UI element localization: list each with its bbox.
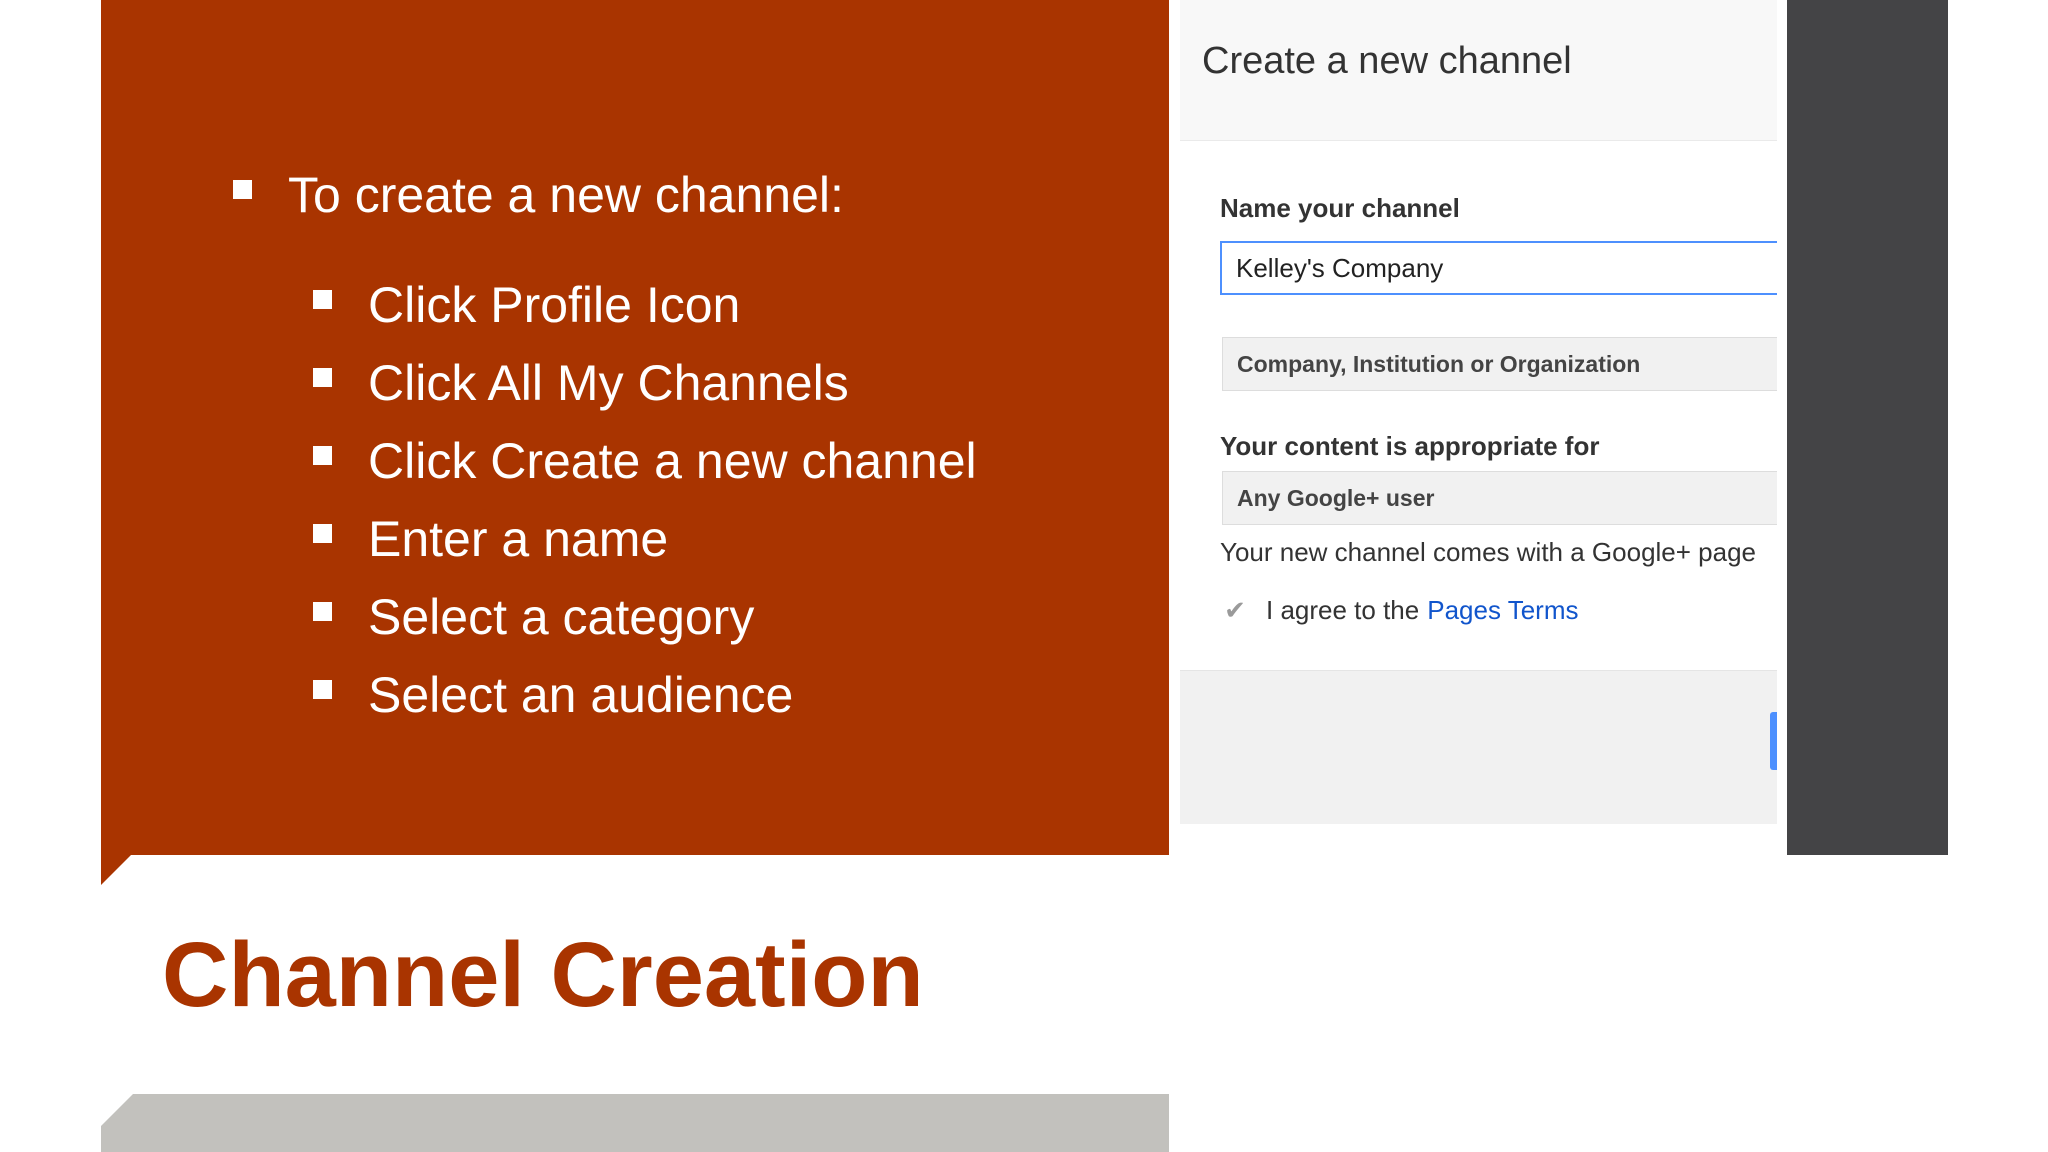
dark-side-panel [1787,0,1948,855]
agree-text: I agree to the [1266,595,1420,625]
bullet-step: Select a category [313,588,754,646]
dialog-header: Create a new channel [1180,0,1777,141]
slide-title: Channel Creation [162,924,924,1026]
bullet-square-icon [313,368,332,387]
bullet-main: To create a new channel: [233,166,844,224]
dialog-footer [1180,670,1777,824]
slide: To create a new channel: Click Profile I… [0,0,2048,1152]
bullet-step: Enter a name [313,510,668,568]
audience-label: Your content is appropriate for [1220,431,1600,461]
dialog-title: Create a new channel [1202,40,1572,82]
audience-select[interactable]: Any Google+ user [1222,471,1777,525]
footer-bar [101,1094,1169,1152]
bullet-step: Click Profile Icon [313,276,740,334]
google-plus-note: Your new channel comes with a Google+ pa… [1220,537,1757,567]
bullet-square-icon [313,524,332,543]
bullet-square-icon [313,446,332,465]
checkmark-icon[interactable]: ✔ [1222,595,1248,625]
name-label: Name your channel [1220,193,1460,223]
done-button[interactable] [1770,712,1777,770]
channel-name-input[interactable] [1220,241,1777,295]
content-panel: To create a new channel: Click Profile I… [101,0,1169,855]
bullet-main-text: To create a new channel: [288,167,844,223]
bullet-step-text: Select an audience [368,667,794,723]
bullet-step-text: Click Create a new channel [368,433,977,489]
bullet-step-text: Click Profile Icon [368,277,741,333]
bullet-step: Click All My Channels [313,354,849,412]
bullet-step: Select an audience [313,666,793,724]
bullet-square-icon [313,290,332,309]
create-channel-dialog: Create a new channel Name your channel C… [1180,0,1777,824]
bullet-list: To create a new channel: Click Profile I… [101,0,1169,855]
bullet-step: Click Create a new channel [313,432,977,490]
bullet-square-icon [313,680,332,699]
bullet-step-text: Click All My Channels [368,355,849,411]
bullet-square-icon [313,602,332,621]
pages-terms-link[interactable]: Pages Terms [1427,595,1578,626]
bullet-step-text: Select a category [368,589,755,645]
bullet-step-text: Enter a name [368,511,669,567]
panel-notch [101,855,131,885]
agree-row: ✔ I agree to the Pages Terms [1220,595,1578,626]
category-select[interactable]: Company, Institution or Organization [1222,337,1777,391]
bullet-square-icon [233,180,252,199]
